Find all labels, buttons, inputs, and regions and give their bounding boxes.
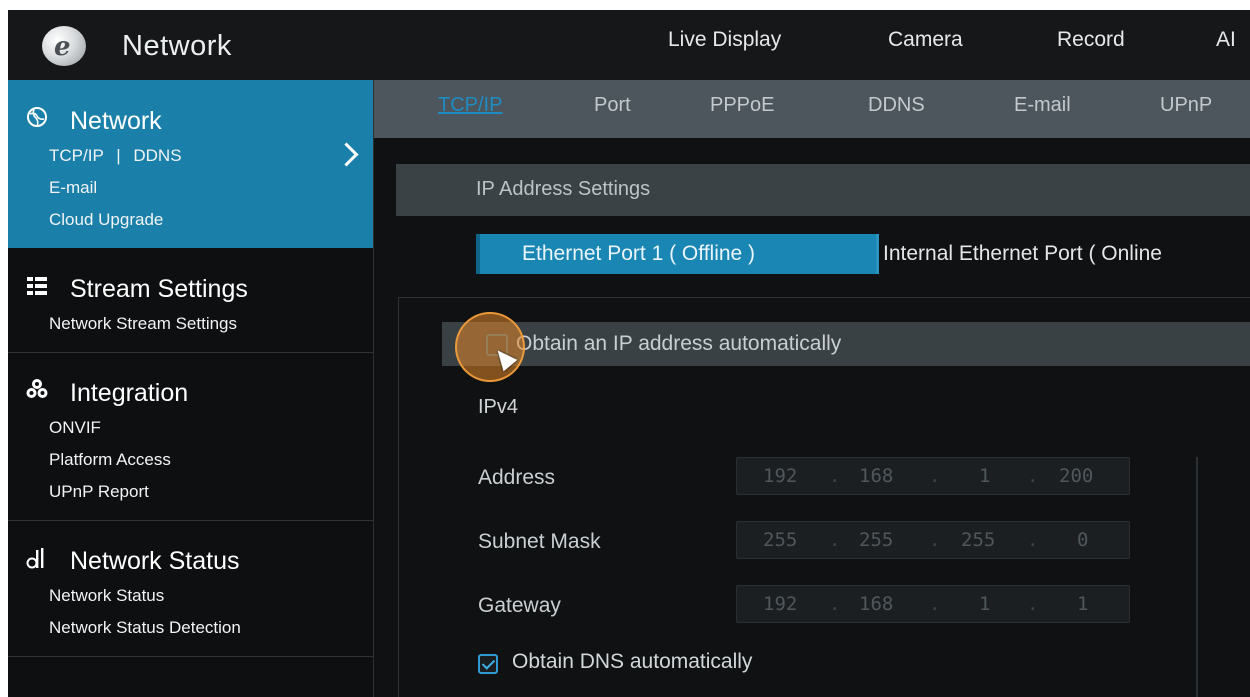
sidebar-item-network-status[interactable]: Network Status <box>49 586 164 606</box>
divider <box>1196 457 1198 697</box>
section-header: IP Address Settings <box>396 164 1250 216</box>
sidebar-section-network[interactable]: Network TCP/IP | DDNS E-mail Cloud Upgra… <box>8 80 373 248</box>
address-field[interactable]: 192 . 168 . 1 . 200 <box>736 457 1130 495</box>
sidebar-item-network-stream-settings[interactable]: Network Stream Settings <box>49 314 237 334</box>
obtain-ip-label: Obtain an IP address automatically <box>516 332 842 355</box>
octet: 168 <box>859 593 894 615</box>
sidebar-item-platform-access[interactable]: Platform Access <box>49 450 171 470</box>
sidebar-section-title: Integration <box>70 379 189 407</box>
tab-ddns[interactable]: DDNS <box>868 94 925 117</box>
octet-dot: . <box>829 593 841 615</box>
tab-label: Internal Ethernet Port ( Online <box>883 242 1162 265</box>
signal-icon <box>26 548 44 569</box>
tab-tcpip[interactable]: TCP/IP <box>438 94 502 117</box>
gateway-label: Gateway <box>478 594 561 617</box>
octet: 0 <box>1077 529 1089 551</box>
octet: 200 <box>1059 465 1094 487</box>
octet-dot: . <box>929 529 941 551</box>
octet-dot: . <box>829 465 841 487</box>
tab-internal-ethernet-port[interactable]: Internal Ethernet Port ( Online <box>876 234 1250 274</box>
octet-dot: . <box>1027 593 1039 615</box>
obtain-dns-label: Obtain DNS automatically <box>512 650 753 673</box>
subnet-mask-field[interactable]: 255 . 255 . 255 . 0 <box>736 521 1130 559</box>
top-header: e Network Live Display Camera Record AI <box>8 10 1250 80</box>
tab-label: Ethernet Port 1 ( Offline ) <box>522 242 756 265</box>
nav-camera[interactable]: Camera <box>888 28 963 52</box>
sidebar-item-network-status-detection[interactable]: Network Status Detection <box>49 618 241 638</box>
octet-dot: . <box>1027 465 1039 487</box>
section-header-title: IP Address Settings <box>476 178 651 200</box>
octet: 1 <box>1077 593 1089 615</box>
sidebar: Network TCP/IP | DDNS E-mail Cloud Upgra… <box>8 80 374 697</box>
sidebar-item-onvif[interactable]: ONVIF <box>49 418 101 438</box>
sidebar-item-ddns[interactable]: DDNS <box>133 146 181 165</box>
integration-icon <box>26 379 48 398</box>
sidebar-item-tcpip[interactable]: TCP/IP <box>49 146 103 165</box>
octet: 1 <box>979 465 991 487</box>
ipv4-label: IPv4 <box>478 396 519 418</box>
sidebar-section-title: Network <box>70 107 162 135</box>
logo-icon: e <box>42 26 86 66</box>
octet-dot: . <box>929 465 941 487</box>
main-content: TCP/IP Port PPPoE DDNS E-mail UPnP IP Ad… <box>374 80 1250 697</box>
octet: 1 <box>979 593 991 615</box>
sidebar-section-title: Stream Settings <box>70 275 248 303</box>
octet: 255 <box>859 529 894 551</box>
gateway-field[interactable]: 192 . 168 . 1 . 1 <box>736 585 1130 623</box>
sidebar-item-cloud-upgrade[interactable]: Cloud Upgrade <box>49 210 163 230</box>
sidebar-section-stream-settings[interactable]: Stream Settings Network Stream Settings <box>8 248 373 353</box>
obtain-ip-row[interactable]: Obtain an IP address automatically <box>442 322 1250 366</box>
octet-dot: . <box>929 593 941 615</box>
octet: 255 <box>763 529 798 551</box>
app-window: e Network Live Display Camera Record AI … <box>8 10 1250 697</box>
sidebar-section-network-status[interactable]: Network Status Network Status Network St… <box>8 520 373 657</box>
octet: 255 <box>961 529 996 551</box>
octet: 168 <box>859 465 894 487</box>
page-title: Network <box>122 30 232 62</box>
nav-ai[interactable]: AI <box>1216 28 1236 52</box>
octet-dot: . <box>829 529 841 551</box>
obtain-dns-checkbox[interactable] <box>478 654 498 674</box>
separator: | <box>116 146 121 165</box>
sidebar-subrow: TCP/IP | DDNS <box>49 146 182 166</box>
chevron-right-icon <box>334 142 359 167</box>
sidebar-item-upnp-report[interactable]: UPnP Report <box>49 482 149 502</box>
tab-ethernet-port-1[interactable]: Ethernet Port 1 ( Offline ) <box>476 234 876 274</box>
nav-record[interactable]: Record <box>1057 28 1125 52</box>
list-icon <box>27 277 47 295</box>
nav-live-display[interactable]: Live Display <box>668 28 781 52</box>
sidebar-section-integration[interactable]: Integration ONVIF Platform Access UPnP R… <box>8 352 373 521</box>
sidebar-item-email[interactable]: E-mail <box>49 178 97 198</box>
tab-email[interactable]: E-mail <box>1014 94 1071 117</box>
click-highlight <box>455 312 525 382</box>
subtab-bar: TCP/IP Port PPPoE DDNS E-mail UPnP <box>374 80 1250 138</box>
sidebar-section-title: Network Status <box>70 547 240 575</box>
address-label: Address <box>478 466 556 489</box>
tab-pppoe[interactable]: PPPoE <box>710 94 774 117</box>
subnet-mask-label: Subnet Mask <box>478 530 601 553</box>
octet-dot: . <box>1027 529 1039 551</box>
network-globe-icon <box>27 107 47 127</box>
octet: 192 <box>763 465 798 487</box>
octet: 192 <box>763 593 798 615</box>
tab-upnp[interactable]: UPnP <box>1160 94 1212 117</box>
tab-port[interactable]: Port <box>594 94 631 117</box>
